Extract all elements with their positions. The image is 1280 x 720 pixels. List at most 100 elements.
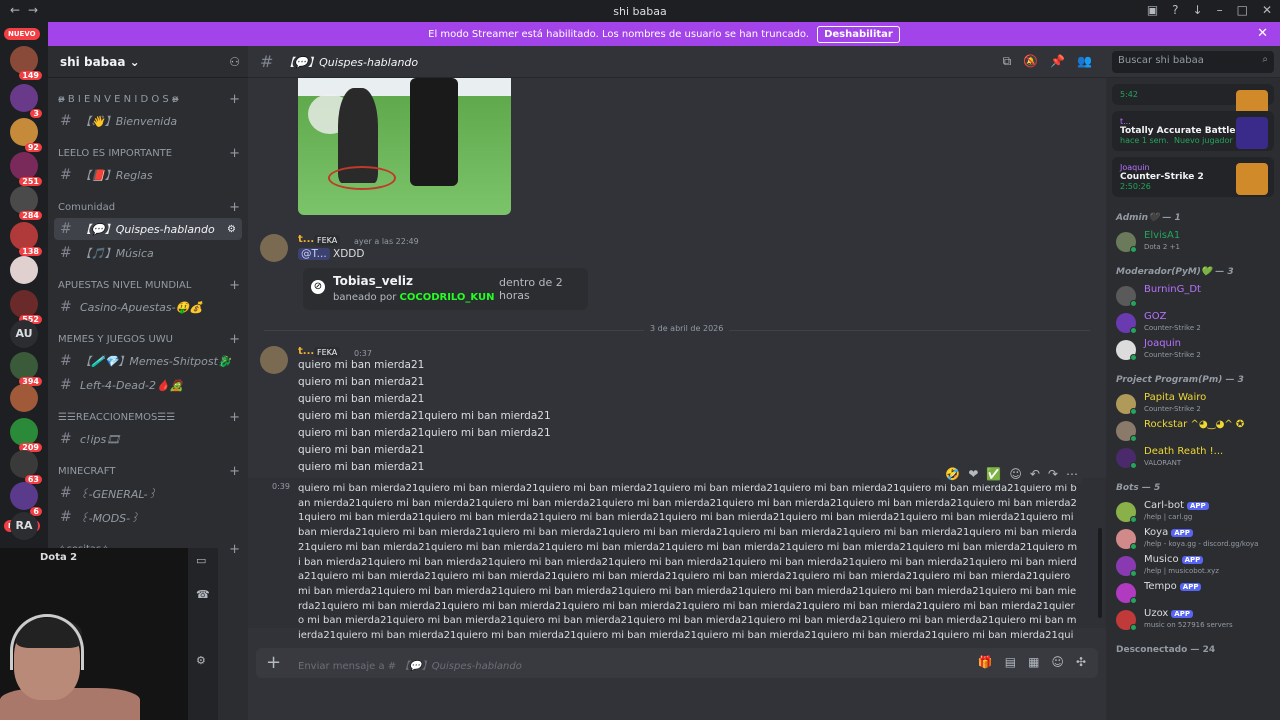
emoji-icon[interactable]: ☺ — [1051, 655, 1064, 669]
add-channel-icon[interactable]: + — [229, 410, 240, 425]
server-icon[interactable]: AU — [10, 320, 38, 348]
member-item[interactable]: BurninG_Dt — [1112, 284, 1274, 308]
activity-card[interactable]: t... Totally Accurate Battle Si... hace 1 … — [1112, 111, 1274, 151]
react-check-icon[interactable]: ✅ — [986, 467, 1001, 481]
server-icon[interactable]: 3 — [10, 84, 42, 118]
member-item[interactable]: Papita Wairo Counter-Strike 2 — [1112, 392, 1274, 416]
attached-image[interactable] — [298, 78, 511, 215]
add-reaction-icon[interactable]: ☺ — [1009, 467, 1022, 481]
search-input[interactable]: Buscar shi babaa ⌕ — [1112, 51, 1274, 73]
screen-share-icon[interactable]: ▭ — [196, 554, 206, 567]
minimize-icon[interactable]: – — [1217, 3, 1223, 17]
channel-item[interactable]: # 【🧪💎】Memes-Shitpost🐉 — [54, 350, 242, 372]
server-icon[interactable] — [10, 256, 38, 284]
add-channel-icon[interactable]: + — [229, 146, 240, 161]
server-icon[interactable]: 284 — [10, 186, 42, 220]
member-item[interactable]: GOZ Counter-Strike 2 — [1112, 311, 1274, 335]
channel-category[interactable]: ʚ̴̶̷ B I E N V E N I D O S ʚ̴̶̷ + — [48, 90, 248, 108]
gift-icon[interactable]: 🎁 — [978, 655, 993, 669]
member-item[interactable]: Joaquin Counter-Strike 2 — [1112, 338, 1274, 362]
apps-icon[interactable]: ✣ — [1076, 655, 1086, 669]
message-input[interactable]: + Enviar mensaje a # 【💬】Quispes-hablando… — [256, 648, 1098, 678]
gif-icon[interactable]: ▤ — [1005, 655, 1016, 669]
server-icon[interactable]: 6 — [10, 482, 42, 516]
channel-category[interactable]: Comunidad + — [48, 198, 248, 216]
activity-card[interactable]: Joaquin Counter-Strike 2 2:50:26 — [1112, 157, 1274, 197]
member-item[interactable]: Uzox APP music on 527916 servers — [1112, 608, 1274, 632]
server-icon[interactable]: 209 — [10, 418, 42, 452]
add-member-icon[interactable]: ⚇ — [229, 55, 240, 69]
notifications-icon[interactable]: 🔕 — [1023, 54, 1038, 69]
username[interactable]: t... — [298, 346, 314, 357]
message-content: @T... XDDD — [298, 248, 364, 260]
disable-streamer-button[interactable]: Deshabilitar — [817, 25, 900, 43]
scrollbar[interactable] — [1098, 528, 1102, 618]
settings-icon[interactable]: ⚙ — [196, 654, 206, 667]
add-channel-icon[interactable]: + — [229, 200, 240, 215]
forward-icon[interactable]: ↷ — [1048, 467, 1058, 481]
server-icon[interactable]: RA — [10, 512, 38, 540]
maximize-icon[interactable]: □ — [1237, 3, 1248, 17]
disconnect-icon[interactable]: ☎ — [196, 588, 210, 601]
server-icon[interactable]: 251 — [10, 152, 42, 186]
react-laugh-icon[interactable]: 🤣 — [945, 467, 960, 481]
attach-plus-icon[interactable]: + — [266, 652, 281, 673]
member-item[interactable]: ElvisA1 Dota 2 +1 — [1112, 230, 1274, 254]
channel-item[interactable]: # c!ips🎞 — [54, 428, 242, 450]
channel-category[interactable]: MINECRAFT + — [48, 462, 248, 480]
threads-icon[interactable]: ⧉ — [1003, 54, 1012, 69]
avatar[interactable] — [260, 234, 288, 262]
server-icon[interactable]: 92 — [10, 118, 42, 152]
close-banner-icon[interactable]: ✕ — [1257, 26, 1268, 41]
activity-card[interactable]: 5:42 — [1112, 84, 1274, 122]
server-icon[interactable] — [10, 384, 38, 412]
close-window-icon[interactable]: ✕ — [1262, 3, 1272, 17]
member-item[interactable]: Rockstar ^◕‿◕^ ✪ — [1112, 419, 1274, 443]
channel-category[interactable]: APUESTAS NIVEL MUNDIAL + — [48, 276, 248, 294]
channel-category[interactable]: LEELO ES IMPORTANTE + — [48, 144, 248, 162]
add-channel-icon[interactable]: + — [229, 278, 240, 293]
member-item[interactable]: Tempo APP — [1112, 581, 1274, 605]
reply-icon[interactable]: ↶ — [1030, 467, 1040, 481]
channel-item[interactable]: # 【💬】Quispes-hablando ⚙ — [54, 218, 242, 240]
add-channel-icon[interactable]: + — [229, 542, 240, 557]
help-icon[interactable]: ? — [1172, 3, 1178, 17]
channel-item[interactable]: # Left-4-Dead-2🩸🧟 — [54, 374, 242, 396]
username[interactable]: t... — [298, 234, 314, 245]
server-icon[interactable]: 149 — [10, 46, 42, 80]
channel-label: Casino-Apuestas-🤑💰 — [80, 300, 204, 314]
channel-item[interactable]: # ꒰-GENERAL-꒱ — [54, 482, 242, 504]
more-icon[interactable]: ⋯ — [1066, 467, 1078, 481]
add-channel-icon[interactable]: + — [229, 92, 240, 107]
avatar[interactable] — [260, 346, 288, 374]
channel-category[interactable]: MEMES Y JUEGOS UWU + — [48, 330, 248, 348]
member-item[interactable]: Musico APP/help | musicobot.xyz — [1112, 554, 1274, 578]
user-mention[interactable]: @T... — [298, 248, 330, 260]
sticker-icon[interactable]: ▦ — [1028, 655, 1039, 669]
react-heart-icon[interactable]: ❤ — [968, 467, 978, 481]
nav-arrows-icon[interactable]: ←→ — [10, 3, 46, 17]
channel-item[interactable]: # Casino-Apuestas-🤑💰 — [54, 296, 242, 318]
member-item[interactable]: Carl-bot APP/help | carl.gg — [1112, 500, 1274, 524]
member-item[interactable]: Death Reath !... VALORANT — [1112, 446, 1274, 470]
channel-item[interactable]: # 【🎵】Música — [54, 242, 242, 264]
channel-category[interactable]: ☰☰REACCIONEMOS☰☰ + — [48, 408, 248, 426]
channel-settings-icon[interactable]: ⚙ — [227, 224, 236, 235]
add-channel-icon[interactable]: + — [229, 332, 240, 347]
message-text: XDDD — [333, 248, 365, 260]
channel-item[interactable]: # 【👋】Bienvenida — [54, 110, 242, 132]
guild-header[interactable]: shi babaa ⌄ ⚇ — [48, 46, 248, 78]
pin-icon[interactable]: 📌 — [1050, 54, 1065, 69]
channel-title: 【💬】Quispes-hablando — [283, 55, 419, 69]
server-icon[interactable]: 394 — [10, 352, 42, 386]
server-icon[interactable]: 552 — [10, 290, 42, 324]
download-icon[interactable]: ↓ — [1193, 3, 1203, 17]
server-icon[interactable]: 63 — [10, 450, 42, 484]
add-channel-icon[interactable]: + — [229, 464, 240, 479]
server-icon[interactable]: 138 — [10, 222, 42, 256]
inbox-icon[interactable]: ▣ — [1147, 3, 1158, 17]
channel-item[interactable]: # 【📕】Reglas — [54, 164, 242, 186]
channel-item[interactable]: # ꒰-MODS-꒱ — [54, 506, 242, 528]
member-list-icon[interactable]: 👥 — [1077, 54, 1092, 69]
member-item[interactable]: Koya APP/help - koya.gg - discord.gg/koya — [1112, 527, 1274, 551]
